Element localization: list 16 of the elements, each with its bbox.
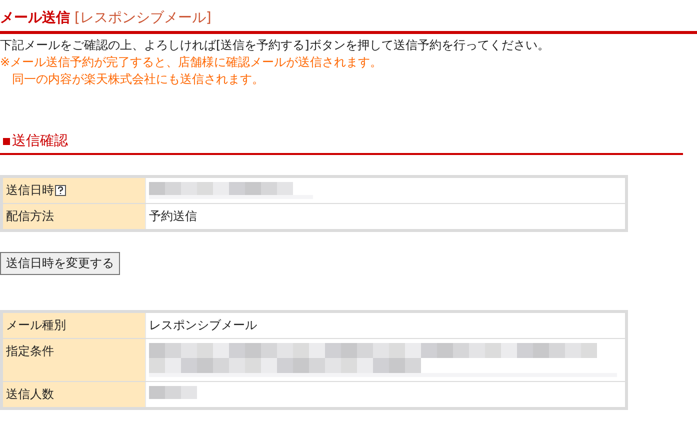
note-text: 同一の内容が楽天株式会社にも送信されます。 [11, 71, 265, 88]
page-title: メール送信 [0, 10, 70, 26]
note-text: ※メール送信予約が完了すると、店舗様に確認メールが送信されます。 [0, 54, 384, 71]
row-value: レスポンシブメール [149, 318, 257, 332]
instruction-text: 下記メールをご確認の上、よろしければ[送信を予約する]ボタンを押して送信予約を行ってください。 [0, 37, 550, 54]
row-label: 配信方法 [6, 208, 54, 225]
change-datetime-button[interactable]: 送信日時を変更する [0, 252, 120, 275]
row-label: 送信人数 [6, 386, 54, 403]
row-label: 送信日時 [6, 182, 54, 199]
page-subtitle: [レスポンシブメール] [74, 10, 212, 26]
row-label: メール種別 [6, 317, 66, 334]
row-label: 指定条件 [6, 343, 54, 360]
row-value: 予約送信 [149, 209, 197, 223]
square-bullet-icon [3, 138, 10, 145]
section-title: 送信確認 [12, 133, 68, 150]
help-icon[interactable] [55, 185, 66, 196]
